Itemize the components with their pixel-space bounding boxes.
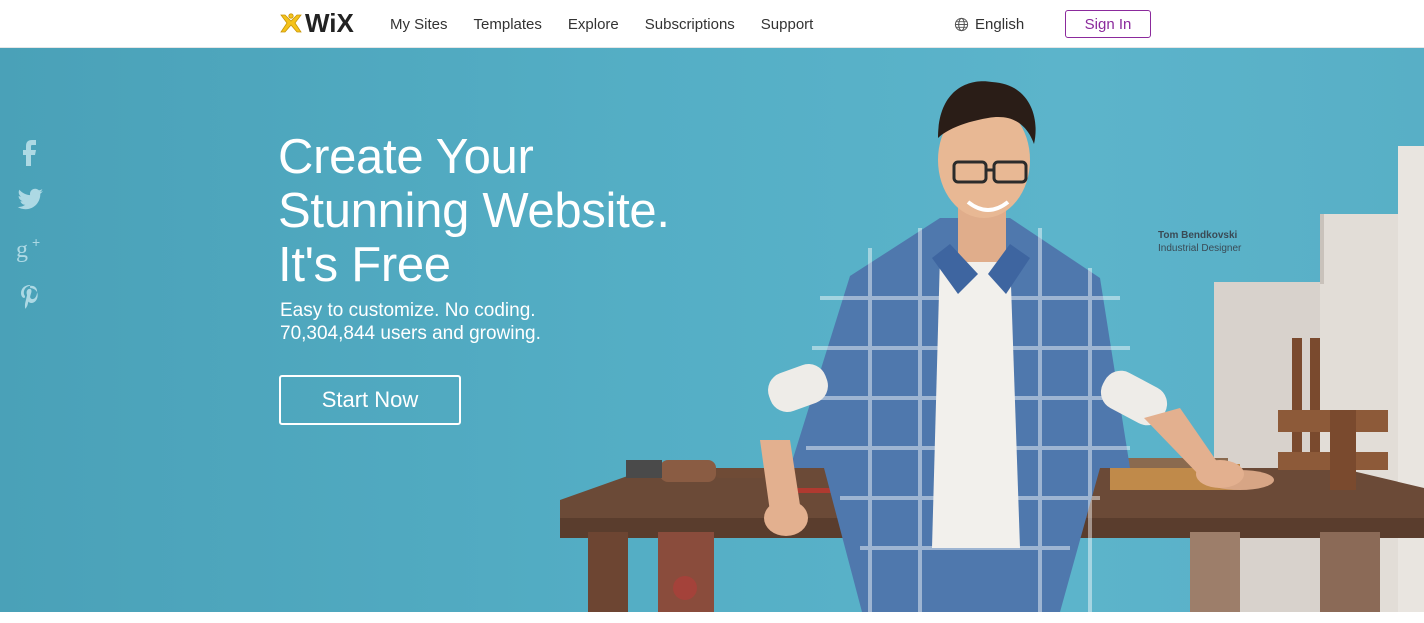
hero-banner: g + Create Your Stunning Website. It's Fr…: [0, 48, 1424, 612]
nav-templates[interactable]: Templates: [474, 16, 542, 33]
person-tshirt: [932, 256, 1020, 548]
nav-subscriptions[interactable]: Subscriptions: [645, 16, 735, 33]
bench-leg: [588, 532, 628, 612]
subline-line-1: Easy to customize. No coding.: [280, 300, 536, 321]
top-header: WiX My Sites Templates Explore Subscript…: [0, 0, 1424, 48]
twitter-icon[interactable]: [14, 183, 46, 215]
nav-explore[interactable]: Explore: [568, 16, 619, 33]
wood-log: [660, 460, 716, 482]
globe-icon: [954, 17, 969, 31]
language-label: English: [975, 15, 1025, 33]
svg-text:+: +: [32, 234, 40, 250]
wix-logo-mark-icon: [280, 13, 302, 33]
bench-leg: [1190, 532, 1240, 612]
headline-line-1: Create Your: [278, 130, 534, 184]
subline-line-2: 70,304,844 users and growing.: [280, 323, 541, 344]
svg-text:g: g: [16, 237, 28, 263]
clamp-screw: [1292, 338, 1302, 458]
hammer-head: [626, 460, 662, 478]
main-nav: My Sites Templates Explore Subscriptions…: [390, 0, 839, 48]
sign-in-button[interactable]: Sign In: [1065, 10, 1151, 38]
wall-panel-high: [1398, 146, 1424, 612]
wix-logo[interactable]: WiX: [279, 10, 354, 36]
page-bottom-strip: [0, 612, 1424, 623]
bench-leg: [658, 532, 714, 612]
language-selector[interactable]: English: [954, 0, 1024, 48]
hero-headline: Create Your Stunning Website. It's Free: [278, 130, 798, 292]
wix-logo-text: WiX: [305, 8, 354, 38]
facebook-icon[interactable]: [14, 134, 46, 166]
hero-subline: Easy to customize. No coding. 70,304,844…: [280, 299, 541, 345]
headline-line-3: It's Free: [278, 238, 451, 292]
start-now-button[interactable]: Start Now: [279, 375, 461, 425]
nav-support[interactable]: Support: [761, 16, 814, 33]
bench-vise-knob: [673, 576, 697, 600]
caption-name: Tom Bendkovski: [1158, 230, 1238, 241]
bench-leg: [1320, 532, 1380, 612]
pinterest-icon[interactable]: [14, 281, 46, 313]
social-links: g +: [14, 134, 46, 330]
google-plus-icon[interactable]: g +: [14, 232, 46, 264]
headline-line-2: Stunning Website.: [278, 184, 670, 238]
caption-role: Industrial Designer: [1158, 243, 1242, 254]
photo-caption: Tom Bendkovski Industrial Designer: [1158, 230, 1241, 254]
nav-my-sites[interactable]: My Sites: [390, 16, 448, 33]
